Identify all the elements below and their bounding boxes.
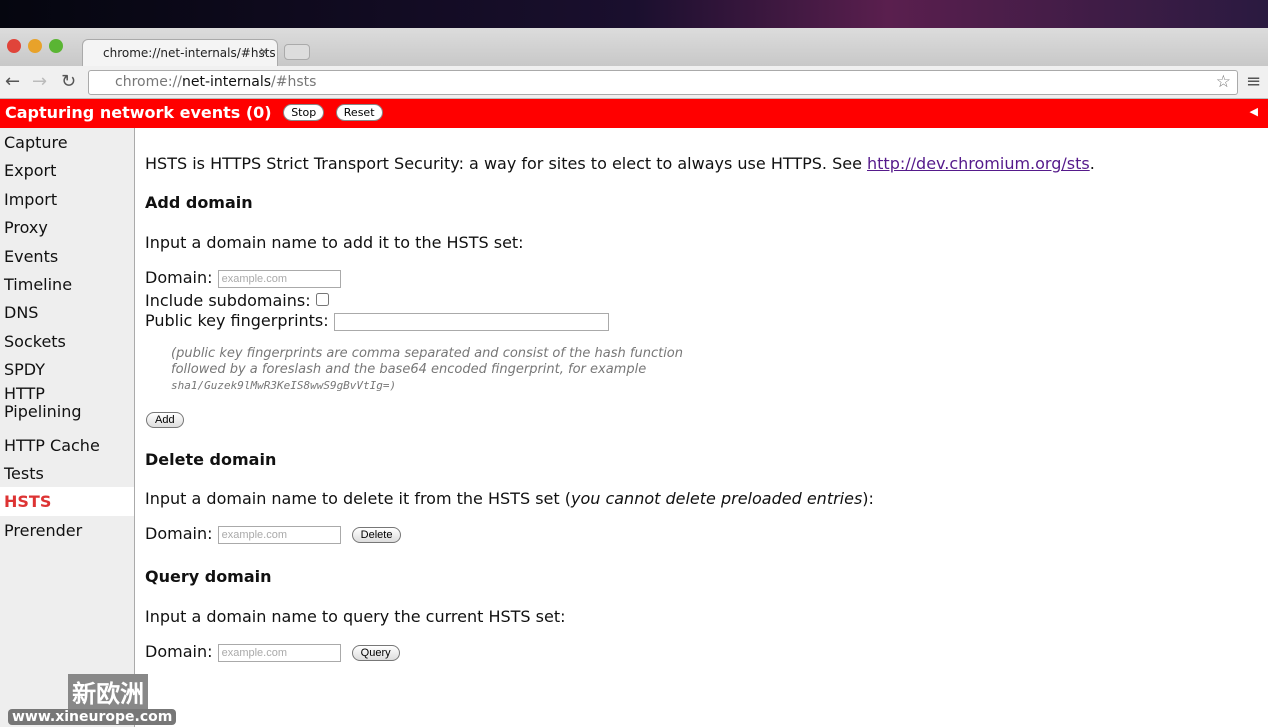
query-button[interactable]: Query xyxy=(351,644,400,661)
url-host: net-internals xyxy=(182,74,272,90)
pins-label: Public key fingerprints: xyxy=(145,311,329,330)
domain-label: Domain: xyxy=(145,268,213,287)
menu-icon[interactable]: ≡ xyxy=(1246,71,1261,92)
minimize-window-button[interactable] xyxy=(28,39,42,53)
watermark-url: www.xineurope.com xyxy=(8,709,177,725)
intro: HSTS is HTTPS Strict Transport Security:… xyxy=(145,154,868,173)
sidebar-item-events[interactable]: Events xyxy=(0,242,134,270)
sidebar-item-prerender[interactable]: Prerender xyxy=(0,516,134,544)
zoom-window-button[interactable] xyxy=(49,39,63,53)
close-tab-icon[interactable]: ✕ xyxy=(259,45,269,59)
domain-label: Domain: xyxy=(145,642,213,661)
collapse-arrow-icon[interactable]: ◀ xyxy=(1250,105,1258,118)
sidebar-item-spdy[interactable]: SPDY xyxy=(0,355,134,383)
sidebar-item-import[interactable]: Import xyxy=(0,185,134,213)
tab-title: chrome://net-internals/#hsts xyxy=(103,46,276,60)
sidebar-item-export[interactable]: Export xyxy=(0,156,134,184)
fingerprint-note: (public key fingerprints are comma separ… xyxy=(171,346,683,394)
query-domain-input[interactable] xyxy=(217,643,341,662)
stop-button[interactable]: Stop xyxy=(283,104,325,121)
add-domain-heading: Add domain xyxy=(145,193,253,212)
watermark-cn: 新欧洲 xyxy=(68,674,149,709)
url-scheme: chrome:// xyxy=(115,74,182,90)
add-domain-input[interactable] xyxy=(217,269,341,288)
public-key-fingerprints-input[interactable] xyxy=(333,312,609,331)
desc-em: you cannot delete preloaded entries xyxy=(570,489,863,508)
tab-strip: chrome://net-internals/#hsts ✕ xyxy=(0,28,1268,66)
note-line: followed by a foreslash and the base64 e… xyxy=(171,362,647,377)
sidebar-item-sockets[interactable]: Sockets xyxy=(0,327,134,355)
browser-tab[interactable]: chrome://net-internals/#hsts ✕ xyxy=(82,39,278,66)
query-domain-heading: Query domain xyxy=(145,567,272,586)
watermark: 新欧洲 www.xineurope.com xyxy=(8,674,177,725)
sidebar: Capture Export Import Proxy Events Timeline DN… xyxy=(0,128,135,727)
sts-link[interactable]: http://dev.chromium.org/sts xyxy=(867,154,1090,173)
add-button[interactable]: Add xyxy=(146,411,184,428)
add-desc: Input a domain name to add it to the HST… xyxy=(145,233,524,252)
delete-desc: Input a domain name to delete it from th… xyxy=(145,489,874,508)
domain-label: Domain: xyxy=(145,524,213,543)
query-desc: Input a domain name to query the current… xyxy=(145,607,566,626)
delete-domain-input[interactable] xyxy=(217,525,341,544)
toolbar: ← → ↻ chrome://net-internals/#hsts ☆ ≡ xyxy=(0,66,1268,99)
note-example: sha1/Guzek9lMwR3KeIS8wwS9gBvVtIg=) xyxy=(171,379,397,392)
address-bar[interactable]: chrome://net-internals/#hsts ☆ xyxy=(88,70,1238,95)
note-line: (public key fingerprints are comma separ… xyxy=(171,346,684,361)
subdomains-label: Include subdomains: xyxy=(145,291,311,310)
sidebar-item-http-cache[interactable]: HTTP Cache xyxy=(0,431,134,459)
intro-text: HSTS is HTTPS Strict Transport Security:… xyxy=(145,154,1095,173)
sidebar-item-dns[interactable]: DNS xyxy=(0,298,134,326)
delete-domain-heading: Delete domain xyxy=(145,450,277,469)
sidebar-item-hsts[interactable]: HSTS xyxy=(0,487,134,516)
close-window-button[interactable] xyxy=(7,39,21,53)
desc: ): xyxy=(862,489,874,508)
star-icon[interactable]: ☆ xyxy=(1216,72,1231,92)
capture-status-bar: Capturing network events (0) Stop Reset … xyxy=(0,99,1268,128)
include-subdomains-checkbox[interactable] xyxy=(315,293,329,306)
sidebar-item-http-pipelining[interactable]: HTTP Pipelining xyxy=(0,384,82,431)
desc: Input a domain name to delete it from th… xyxy=(145,489,571,508)
forward-icon[interactable]: → xyxy=(32,71,47,92)
new-tab-button[interactable] xyxy=(284,44,310,60)
sidebar-item-capture[interactable]: Capture xyxy=(0,128,134,156)
sidebar-item-timeline[interactable]: Timeline xyxy=(0,270,134,298)
reset-button[interactable]: Reset xyxy=(335,104,383,121)
capture-status: Capturing network events (0) xyxy=(5,103,272,122)
desktop-background xyxy=(0,0,1268,28)
back-icon[interactable]: ← xyxy=(5,71,20,92)
delete-button[interactable]: Delete xyxy=(351,526,402,543)
reload-icon[interactable]: ↻ xyxy=(61,71,76,92)
sidebar-item-tests[interactable]: Tests xyxy=(0,459,134,487)
sidebar-item-proxy[interactable]: Proxy xyxy=(0,213,134,241)
url-path: /#hsts xyxy=(271,74,317,90)
